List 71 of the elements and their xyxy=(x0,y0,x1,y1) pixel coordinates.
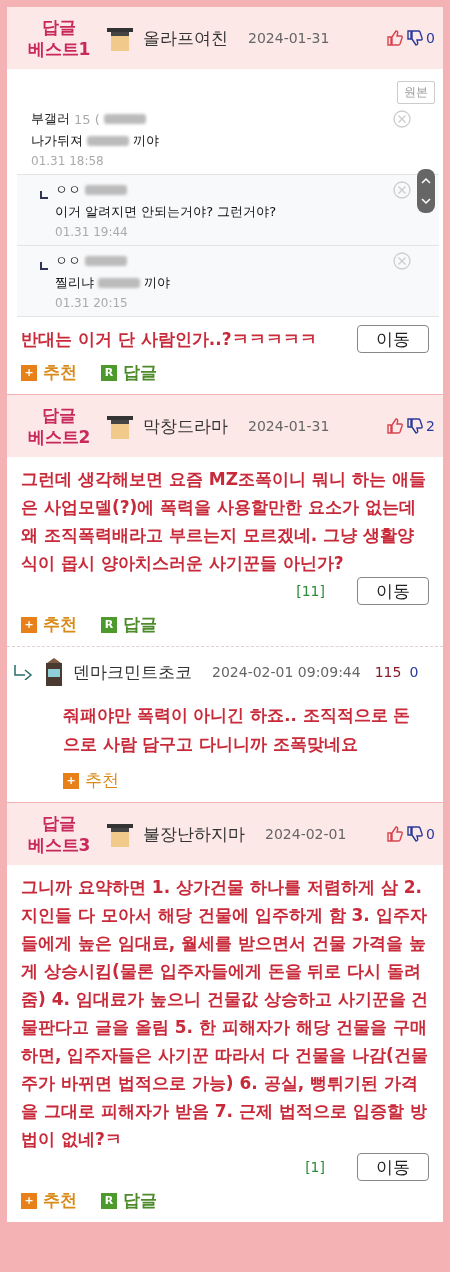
comment-text: 이거 알려지면 안되는거야? 그런거야? xyxy=(55,203,277,221)
badge-label: 베스트1 xyxy=(27,38,91,60)
comment-body: 그니까 요약하면 1. 상가건물 하나를 저렴하게 삼 2. 지인들 다 모아서 해당 건물에 입주하게 함 3. 입주자들에게 높은 임대료, 월세를 받으면서 건물 가격을 높게 상승시킴(물론 입주자들에게 돈을 뒤로 다시 돌려줌) 4. 임대료가 높으니 건물값 상승하고 사기꾼을 건물판다고 글을 올림 5. 한 피해자가 해당 건물을 구매하면, 입주자들은 사기꾼 따라서 다 건물을 나감(건물주가 바뀌면 법적으로 가능) 6. 공실, 뻥튀기된 가격을 그대로 피해자가 받음 7. 근제 법적으로 입증할 방법이 없네?ㅋ xyxy=(21,876,429,1151)
dislike-count: 0 xyxy=(426,30,435,46)
reply-body: 줘패야만 폭력이 아니긴 하죠.. 조직적으로 돈으로 사람 담구고 다니니까 조폭맞네요 xyxy=(62,705,412,756)
dislike-count: 0 xyxy=(426,826,435,842)
plus-square-icon: + xyxy=(63,772,79,789)
plus-square-icon: + xyxy=(21,1192,37,1209)
reply-link[interactable]: R 답글 xyxy=(101,1189,157,1212)
comment-meta: 15 ( xyxy=(74,111,100,127)
comment-text: 끼야 xyxy=(144,274,170,292)
badge-label: 베스트2 xyxy=(27,426,91,448)
comment-text: 끼야 xyxy=(133,132,159,150)
recommend-link[interactable]: + 추천 xyxy=(21,1189,77,1212)
reply-square-icon: R xyxy=(101,1192,117,1209)
plus-square-icon: + xyxy=(21,616,37,633)
plus-square-icon: + xyxy=(21,364,37,381)
post-date: 2024-02-01 09:09:44 xyxy=(212,664,361,680)
comment-time: 01.31 19:44 xyxy=(55,225,129,239)
thumbs-up-icon[interactable] xyxy=(386,417,405,435)
reply-link[interactable]: R 답글 xyxy=(101,361,157,384)
redaction-blur xyxy=(85,256,127,266)
post-date: 2024-01-31 xyxy=(248,418,330,434)
thumbs-up-icon[interactable] xyxy=(386,29,405,47)
redaction-blur xyxy=(87,136,129,146)
author-name[interactable]: 막창드라마 xyxy=(143,414,228,438)
reply-count[interactable]: [11] xyxy=(296,577,325,605)
like-count: 115 xyxy=(374,664,402,680)
post-date: 2024-01-31 xyxy=(248,30,330,46)
recommend-link[interactable]: + 추천 xyxy=(63,769,119,792)
dislike-count: 2 xyxy=(426,418,435,434)
author-name[interactable]: 불장난하지마 xyxy=(143,822,245,846)
thumbs-up-icon[interactable] xyxy=(386,825,405,843)
milk-carton-icon xyxy=(43,657,65,687)
comment-body: 반대는 이거 단 사람인가..?ㅋㅋㅋㅋㅋ xyxy=(21,328,317,351)
reply-square-icon: R xyxy=(101,364,117,381)
post-date: 2024-02-01 xyxy=(265,826,347,842)
reply-count[interactable]: [1] xyxy=(305,1153,325,1181)
badge-label: 답글 xyxy=(42,404,76,426)
reply-corner-icon xyxy=(39,190,49,200)
scroll-buttons-icon[interactable] xyxy=(417,169,435,213)
redaction-blur xyxy=(103,114,146,124)
thumbs-down-icon[interactable] xyxy=(406,417,425,435)
reply-link[interactable]: R 답글 xyxy=(101,613,157,636)
reply-arrow-icon xyxy=(13,664,35,680)
original-button[interactable]: 원본 xyxy=(397,81,435,104)
redaction-blur xyxy=(98,278,140,288)
reply-square-icon: R xyxy=(101,616,117,633)
recommend-link[interactable]: + 추천 xyxy=(21,613,77,636)
reply-corner-icon xyxy=(39,261,49,271)
badge-label: 답글 xyxy=(42,16,76,38)
comment-text: 나가뒤져 xyxy=(31,132,83,150)
recommend-link[interactable]: + 추천 xyxy=(21,361,77,384)
thumbs-down-icon[interactable] xyxy=(406,29,425,47)
comment-time: 01.31 20:15 xyxy=(55,296,129,310)
badge-label: 베스트3 xyxy=(27,834,91,856)
author-name[interactable]: 올라프여친 xyxy=(143,26,228,50)
comment-author: 부갤러 xyxy=(31,110,70,128)
move-button[interactable]: 이동 xyxy=(357,1153,429,1181)
comment-body: 그런데 생각해보면 요즘 MZ조폭이니 뭐니 하는 애들은 사업모델(?)에 폭력을 사용할만한 요소가 없는데 왜 조직폭력배라고 부르는지 모르겠네. 그냥 생활양식이 몹시 양아치스러운 사기꾼들 아닌가? xyxy=(21,468,427,575)
move-button[interactable]: 이동 xyxy=(357,325,429,353)
comment-author: ㅇㅇ xyxy=(55,181,81,199)
badge-label: 답글 xyxy=(42,812,76,834)
comment-text: 찔리냐 xyxy=(55,274,94,292)
redaction-blur xyxy=(85,185,127,195)
comment-time: 01.31 18:58 xyxy=(31,154,105,168)
dislike-count: 0 xyxy=(409,664,419,680)
comment-author: ㅇㅇ xyxy=(55,252,81,270)
thumbs-down-icon[interactable] xyxy=(406,825,425,843)
move-button[interactable]: 이동 xyxy=(357,577,429,605)
author-name[interactable]: 덴마크민트초코 xyxy=(73,660,192,684)
